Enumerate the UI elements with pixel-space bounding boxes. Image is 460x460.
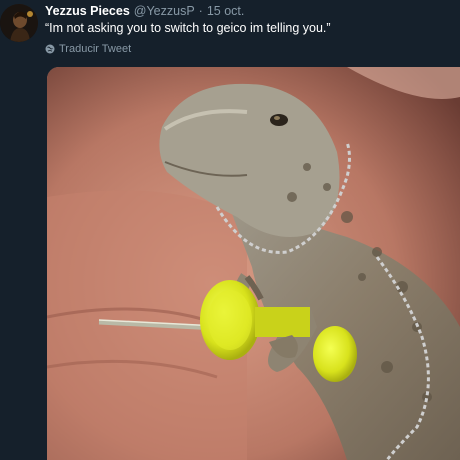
tweet-timestamp[interactable]: 15 oct. [207, 4, 245, 18]
translate-label: Traducir Tweet [59, 43, 132, 55]
display-name[interactable]: Yezzus Pieces [45, 4, 130, 18]
tweet-text: “Im not asking you to switch to geico im… [45, 21, 331, 35]
separator-dot: · [198, 4, 203, 18]
tweet-header: Yezzus Pieces @YezzusP · 15 oct. [45, 4, 244, 20]
user-handle[interactable]: @YezzusP [134, 4, 195, 18]
globe-icon [45, 44, 55, 54]
tweet: Yezzus Pieces @YezzusP · 15 oct. “Im not… [0, 0, 460, 460]
translate-tweet-link[interactable]: Traducir Tweet [45, 43, 131, 55]
avatar-image [0, 4, 38, 42]
lizard-photo [47, 67, 460, 460]
tweet-media-image[interactable] [47, 67, 460, 460]
avatar[interactable] [0, 4, 38, 42]
